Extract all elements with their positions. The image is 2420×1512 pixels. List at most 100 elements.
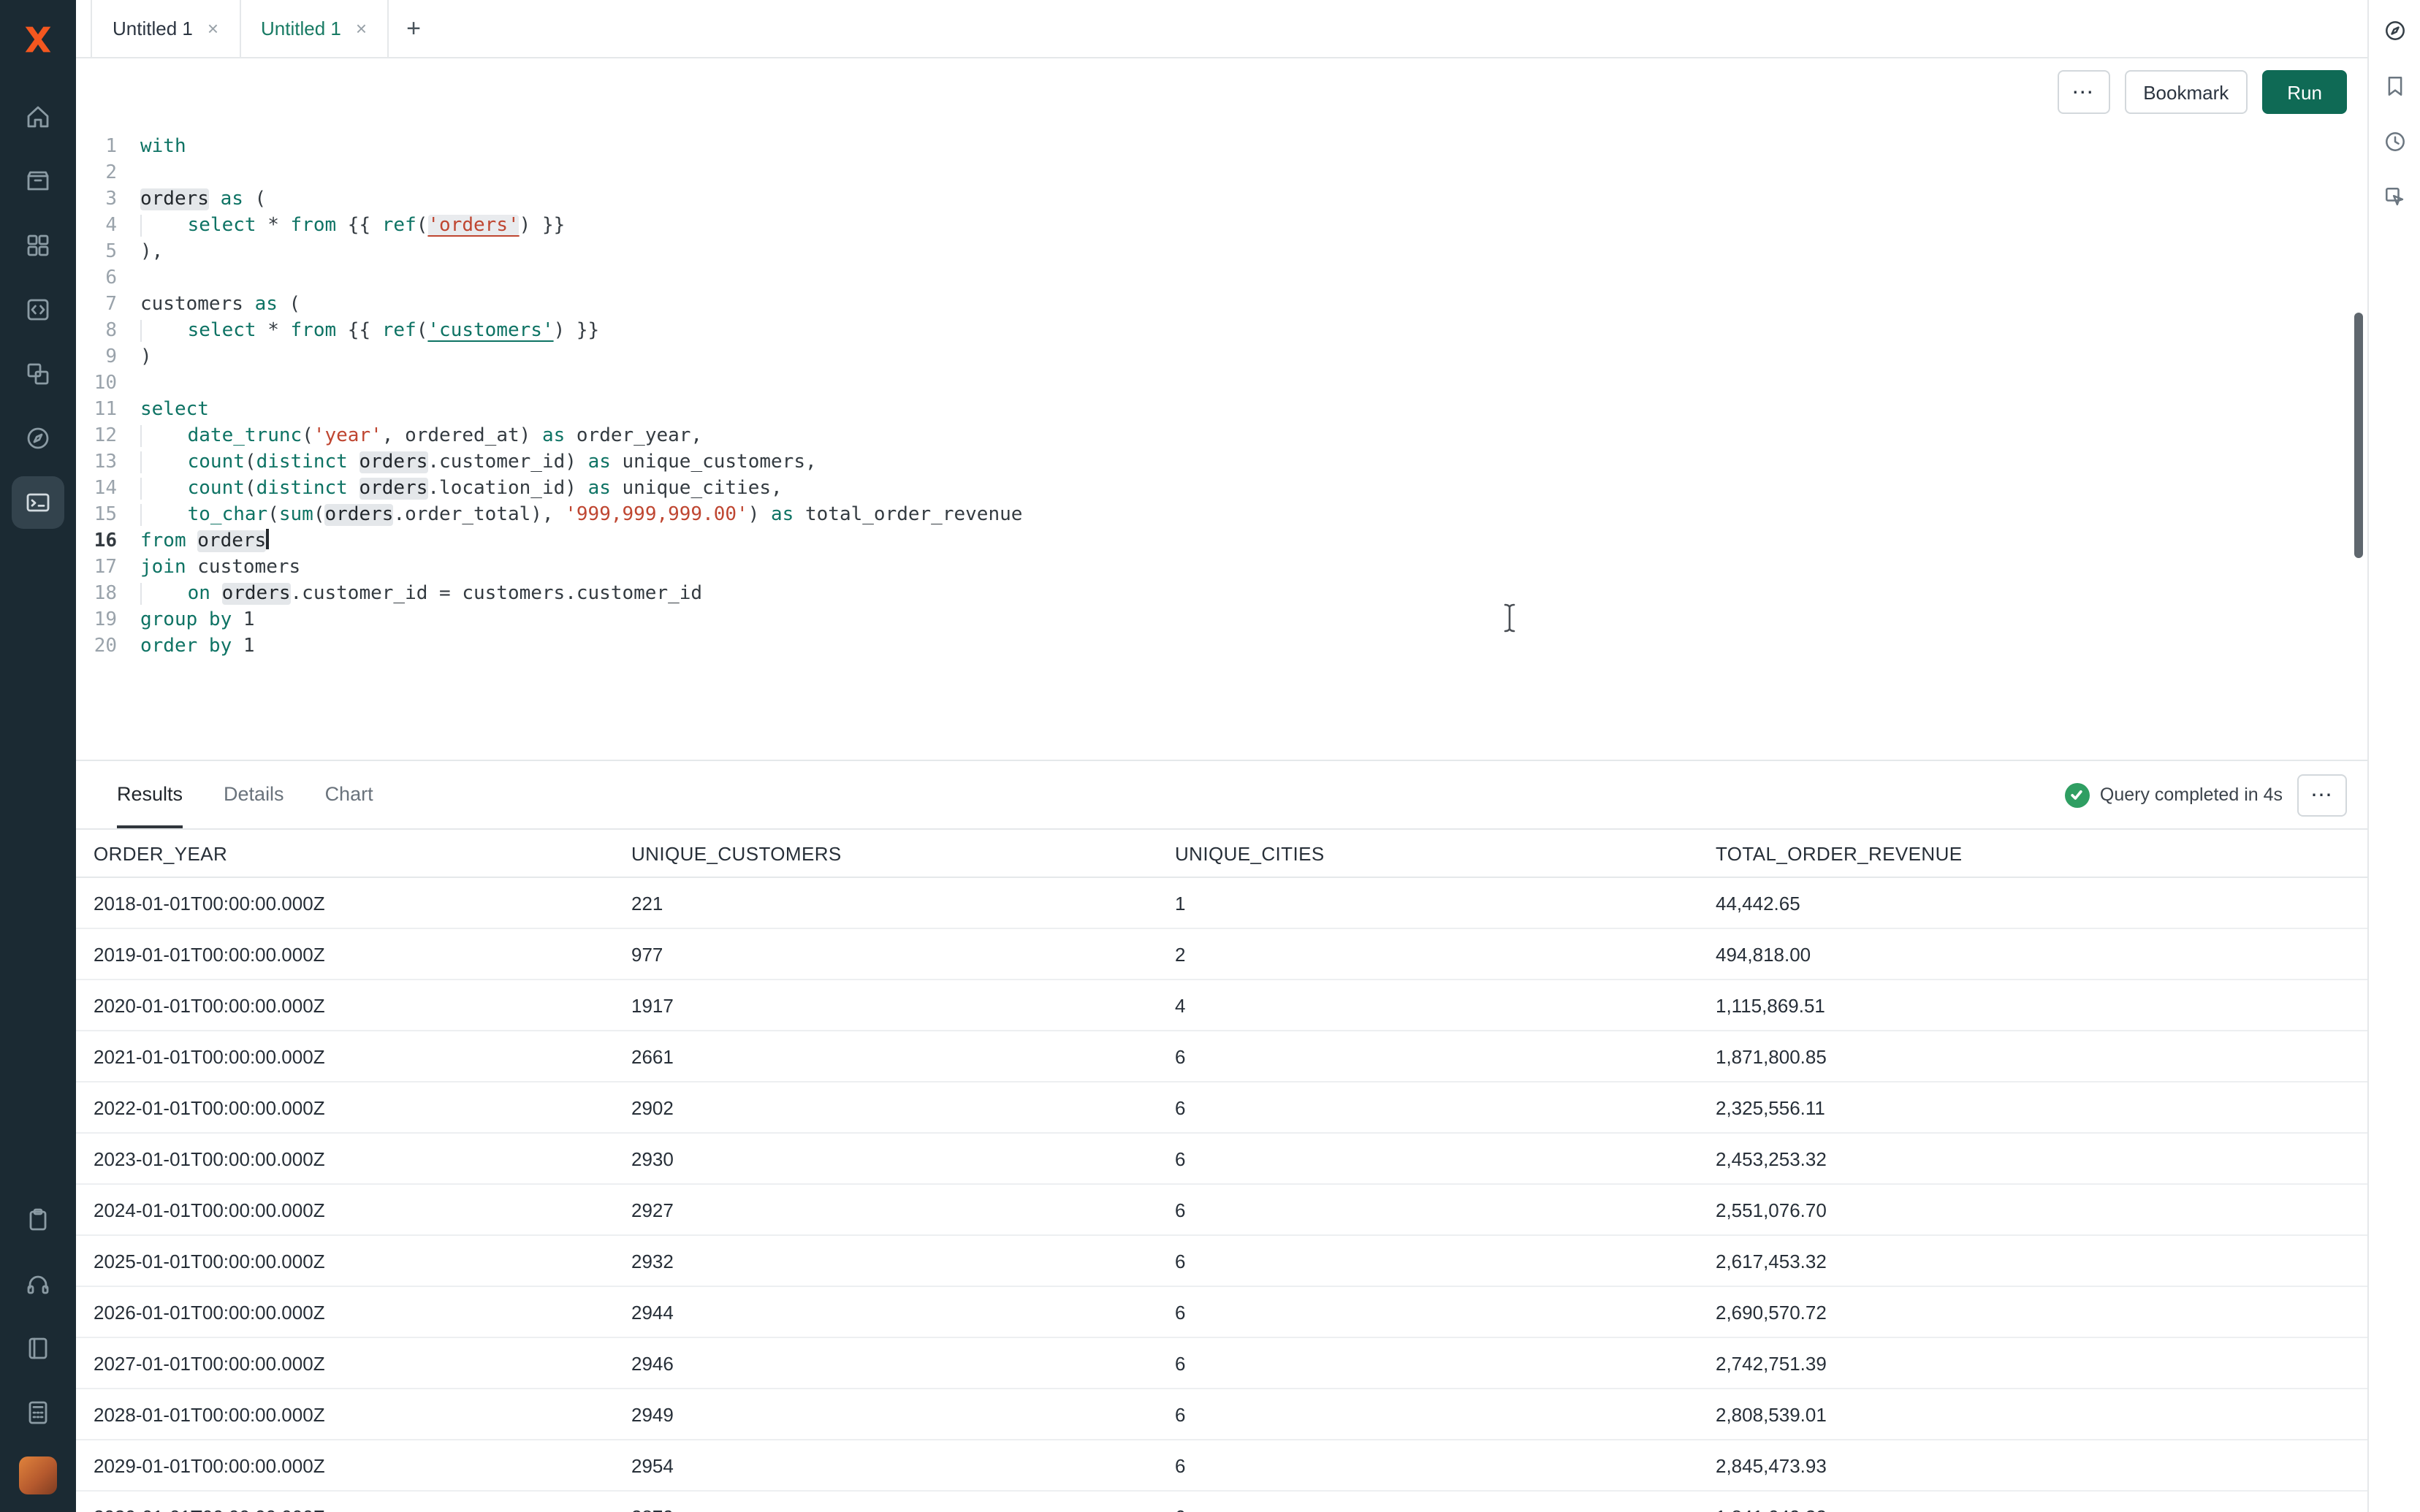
table-row[interactable]: 2020-01-01T00:00:00.000Z191741,115,869.5… (76, 980, 2367, 1031)
data-archive-icon[interactable] (12, 155, 64, 207)
apps-icon[interactable] (12, 348, 64, 400)
more-options-button[interactable]: ⋯ (2057, 70, 2109, 114)
table-cell: 1 (1175, 892, 1716, 914)
table-cell: 1917 (631, 994, 1175, 1016)
table-row[interactable]: 2023-01-01T00:00:00.000Z293062,453,253.3… (76, 1134, 2367, 1185)
code-line[interactable]: 10 (76, 371, 2367, 397)
line-number: 12 (76, 424, 140, 450)
table-row[interactable]: 2029-01-01T00:00:00.000Z295462,845,473.9… (76, 1440, 2367, 1492)
code-line[interactable]: 13 count(distinct orders.customer_id) as… (76, 450, 2367, 476)
code-line[interactable]: 6 (76, 266, 2367, 292)
code-line[interactable]: 7customers as ( (76, 292, 2367, 318)
home-icon[interactable] (12, 91, 64, 143)
history-clock-icon[interactable] (2375, 123, 2413, 161)
results-more-button[interactable]: ⋯ (2297, 774, 2347, 816)
clipboard-icon[interactable] (12, 1194, 64, 1246)
code-line[interactable]: 19group by 1 (76, 608, 2367, 634)
table-cell: 6 (1175, 1301, 1716, 1323)
code-line[interactable]: 11select (76, 397, 2367, 424)
support-headset-icon[interactable] (12, 1258, 64, 1310)
table-cell: 2927 (631, 1199, 1175, 1221)
table-row[interactable]: 2028-01-01T00:00:00.000Z294962,808,539.0… (76, 1389, 2367, 1440)
new-tab-button[interactable]: + (389, 0, 438, 57)
code-line[interactable]: 1with (76, 134, 2367, 161)
code-line[interactable]: 12 date_trunc('year', ordered_at) as ord… (76, 424, 2367, 450)
editor-scrollbar[interactable] (2354, 313, 2363, 558)
table-row[interactable]: 2021-01-01T00:00:00.000Z266161,871,800.8… (76, 1031, 2367, 1083)
terminal-icon[interactable] (12, 476, 64, 529)
table-row[interactable]: 2024-01-01T00:00:00.000Z292762,551,076.7… (76, 1185, 2367, 1236)
bookmark-icon[interactable] (2375, 67, 2413, 105)
code-line[interactable]: 5), (76, 240, 2367, 266)
query-status: Query completed in 4s (2065, 782, 2283, 807)
code-lines: 1with23orders as (4 select * from {{ ref… (76, 134, 2367, 660)
table-cell: 977 (631, 943, 1175, 965)
table-row[interactable]: 2025-01-01T00:00:00.000Z293262,617,453.3… (76, 1236, 2367, 1287)
bookmark-button[interactable]: Bookmark (2124, 70, 2248, 114)
pointer-select-icon[interactable] (2375, 178, 2413, 216)
table-row[interactable]: 2019-01-01T00:00:00.000Z9772494,818.00 (76, 929, 2367, 980)
code-line[interactable]: 4 select * from {{ ref('orders') }} (76, 213, 2367, 240)
grid-icon[interactable] (12, 219, 64, 272)
column-header[interactable]: ORDER_YEAR (76, 842, 631, 864)
code-line[interactable]: 8 select * from {{ ref('customers') }} (76, 318, 2367, 345)
table-cell: 6 (1175, 1250, 1716, 1272)
tab-results[interactable]: Results (117, 761, 183, 828)
code-line[interactable]: 17join customers (76, 555, 2367, 581)
table-cell: 2020-01-01T00:00:00.000Z (76, 994, 631, 1016)
close-icon[interactable]: × (208, 19, 218, 38)
sql-cell-icon[interactable] (12, 283, 64, 336)
code-text: select (140, 397, 209, 424)
line-number: 4 (76, 213, 140, 240)
line-number: 8 (76, 318, 140, 345)
table-cell: 2028-01-01T00:00:00.000Z (76, 1403, 631, 1425)
code-text: with (140, 134, 186, 161)
hex-logo-icon[interactable] (16, 18, 60, 61)
line-number: 6 (76, 266, 140, 292)
table-row[interactable]: 2030-01-01T00:00:00.000Z287961,841,049.3… (76, 1492, 2367, 1512)
tab-untitled-1[interactable]: Untitled 1 × (91, 0, 240, 57)
table-cell: 2,845,473.93 (1716, 1454, 2367, 1476)
line-number: 18 (76, 581, 140, 608)
explore-compass-icon[interactable] (12, 412, 64, 465)
code-line[interactable]: 18 on orders.customer_id = customers.cus… (76, 581, 2367, 608)
code-line[interactable]: 15 to_char(sum(orders.order_total), '999… (76, 503, 2367, 529)
table-row[interactable]: 2026-01-01T00:00:00.000Z294462,690,570.7… (76, 1287, 2367, 1338)
right-sidebar (2367, 0, 2420, 1512)
column-header[interactable]: UNIQUE_CITIES (1175, 842, 1716, 864)
calculator-icon[interactable] (12, 1386, 64, 1439)
user-avatar[interactable] (19, 1456, 57, 1494)
code-line[interactable]: 2 (76, 161, 2367, 187)
line-number: 16 (76, 529, 140, 555)
code-line[interactable]: 14 count(distinct orders.location_id) as… (76, 476, 2367, 503)
table-cell: 6 (1175, 1148, 1716, 1169)
table-cell: 2661 (631, 1045, 1175, 1067)
code-line[interactable]: 9) (76, 345, 2367, 371)
code-text: ) (140, 345, 152, 371)
column-header[interactable]: UNIQUE_CUSTOMERS (631, 842, 1175, 864)
code-line[interactable]: 3orders as ( (76, 187, 2367, 213)
code-text: order by 1 (140, 634, 255, 660)
tab-details[interactable]: Details (224, 761, 284, 828)
table-cell: 6 (1175, 1403, 1716, 1425)
sql-editor[interactable]: 1with23orders as (4 select * from {{ ref… (76, 126, 2367, 760)
table-cell: 2021-01-01T00:00:00.000Z (76, 1045, 631, 1067)
table-cell: 2,742,751.39 (1716, 1352, 2367, 1374)
table-row[interactable]: 2022-01-01T00:00:00.000Z290262,325,556.1… (76, 1083, 2367, 1134)
code-text: ), (140, 240, 163, 266)
tab-untitled-2[interactable]: Untitled 1 × (240, 0, 389, 57)
table-row[interactable]: 2027-01-01T00:00:00.000Z294662,742,751.3… (76, 1338, 2367, 1389)
column-header[interactable]: TOTAL_ORDER_REVENUE (1716, 842, 2367, 864)
table-row[interactable]: 2018-01-01T00:00:00.000Z221144,442.65 (76, 878, 2367, 929)
table-header: ORDER_YEARUNIQUE_CUSTOMERSUNIQUE_CITIEST… (76, 828, 2367, 878)
run-button[interactable]: Run (2262, 70, 2347, 114)
code-line[interactable]: 20order by 1 (76, 634, 2367, 660)
table-cell: 6 (1175, 1352, 1716, 1374)
close-icon[interactable]: × (356, 19, 367, 38)
notebook-icon[interactable] (12, 1322, 64, 1375)
code-line[interactable]: 16from orders (76, 529, 2367, 555)
table-cell: 2030-01-01T00:00:00.000Z (76, 1505, 631, 1512)
compass-icon[interactable] (2375, 12, 2413, 50)
tab-chart[interactable]: Chart (325, 761, 373, 828)
code-text: date_trunc('year', ordered_at) as order_… (140, 424, 702, 450)
